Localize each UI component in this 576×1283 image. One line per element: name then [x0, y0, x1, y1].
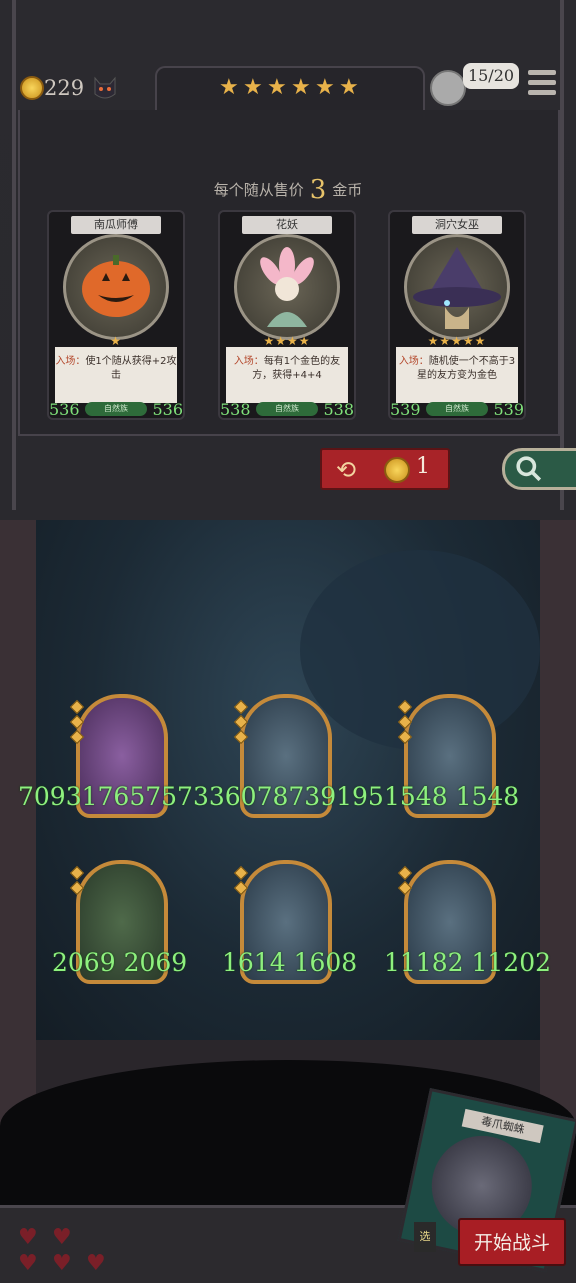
hero-avatar[interactable] [430, 70, 466, 106]
shop-card[interactable]: 洞穴女巫 ★★★★★ 入场：随机使一个不高于3星的友方变为金色 539 自然族 … [388, 210, 526, 420]
minion-rank-pips [69, 865, 85, 898]
refresh-cost: 1 [416, 454, 430, 479]
card-tribe: 自然族 [426, 402, 488, 416]
card-name: 洞穴女巫 [412, 216, 502, 234]
shop-card[interactable]: 花妖 ★★★★ 入场：每有1个金色的友方，获得+4+4 538 自然族 538 [218, 210, 356, 420]
card-name: 花妖 [242, 216, 332, 234]
card-tribe: 自然族 [256, 402, 318, 416]
card-description: 入场：每有1个金色的友方，获得+4+4 [226, 347, 348, 403]
cave-witch-art-icon [404, 234, 510, 340]
heart-icon: ♥ [52, 1251, 72, 1276]
minion-rank-pips [69, 699, 85, 747]
start-battle-button[interactable]: 开始战斗 [458, 1218, 566, 1266]
price-suffix: 金币 [332, 181, 363, 199]
card-stars: ★★★★★ [427, 334, 487, 348]
card-stars: ★★★★ [263, 334, 311, 348]
minion-stats: 70931765757336078739195 [18, 782, 384, 811]
minion-stats: 1548 1548 [384, 782, 520, 811]
cat-icon[interactable] [92, 74, 118, 102]
minion-rank-pips [397, 699, 413, 747]
card-health: 539 [493, 400, 524, 419]
minion-rank-pips [233, 865, 249, 898]
gold-coin-icon [384, 457, 410, 483]
price-prefix: 每个随从售价 [213, 181, 304, 199]
gold-amount: 229 [44, 76, 85, 100]
search-icon [516, 456, 542, 482]
flower-fairy-art-icon [234, 234, 340, 340]
card-attack: 538 [220, 400, 251, 419]
star-icon: ★ [267, 75, 287, 100]
card-name: 南瓜师傅 [71, 216, 161, 234]
heart-icon: ♥ [18, 1251, 38, 1276]
gold-coin-icon [20, 76, 44, 100]
minion-stats: 2069 2069 [52, 948, 188, 977]
card-attack: 536 [49, 400, 80, 419]
heart-icon: ♥ [86, 1251, 106, 1276]
refresh-shop-button[interactable]: ⟲ 1 [320, 448, 450, 490]
card-health: 538 [323, 400, 354, 419]
price-value: 3 [309, 175, 327, 205]
menu-icon[interactable] [528, 70, 556, 98]
star-icon: ★ [339, 75, 359, 100]
pumpkin-art-icon [63, 234, 169, 340]
card-tribe: 自然族 [85, 402, 147, 416]
sell-price-info: 每个随从售价 3 金币 [0, 175, 576, 205]
minion-rank-pips [233, 699, 249, 747]
population-counter: 15/20 [463, 63, 519, 89]
heart-icon: ♥ [18, 1225, 38, 1250]
star-icon: ★ [315, 75, 335, 100]
shop-card[interactable]: 南瓜师傅 ★ 入场：使1个随从获得+2攻击 536 自然族 536 [47, 210, 185, 420]
card-stars: ★ [110, 334, 122, 348]
minion-rank-pips [397, 865, 413, 898]
card-attack: 539 [390, 400, 421, 419]
card-description: 入场：使1个随从获得+2攻击 [55, 347, 177, 403]
card-health: 536 [152, 400, 183, 419]
minion-stats: 1614 1608 [222, 948, 358, 977]
select-tag[interactable]: 选 [414, 1222, 436, 1252]
star-icon: ★ [243, 75, 263, 100]
search-button[interactable] [502, 448, 576, 490]
shop-panel: ★ ★ ★ ★ ★ ★ 229 15/20 每个随从售价 3 金币 南瓜师傅 ★ 入… [0, 0, 576, 520]
card-description: 入场：随机使一个不高于3星的友方变为金色 [396, 347, 518, 403]
refresh-icon: ⟲ [336, 456, 357, 484]
tavern-star-tab: ★ ★ ★ ★ ★ ★ [155, 66, 425, 114]
minion-stats: 11182 11202 [384, 948, 552, 977]
heart-icon: ♥ [52, 1225, 72, 1250]
star-icon: ★ [291, 75, 311, 100]
star-icon: ★ [219, 75, 239, 100]
